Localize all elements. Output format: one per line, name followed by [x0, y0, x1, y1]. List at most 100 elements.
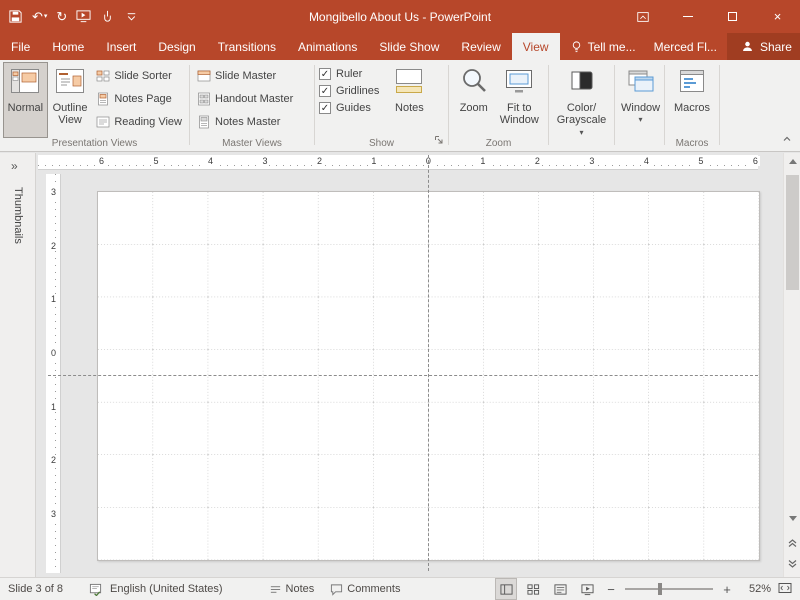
zoom-slider[interactable] [625, 582, 713, 596]
slide-sorter-button[interactable]: Slide Sorter [93, 66, 185, 86]
tab-insert[interactable]: Insert [95, 33, 147, 60]
zoom-in-button[interactable]: + [720, 582, 734, 597]
reading-view-button[interactable]: Reading View [93, 112, 185, 132]
comments-toggle-label: Comments [347, 583, 400, 595]
checkbox-checked-icon: ✓ [319, 85, 331, 97]
tab-file[interactable]: File [0, 33, 41, 60]
start-from-beginning-icon[interactable] [76, 9, 91, 24]
next-slide-icon[interactable] [784, 556, 800, 573]
expand-thumbnails-icon[interactable]: » [11, 159, 18, 173]
notes-master-button[interactable]: Notes Master [194, 112, 296, 132]
fit-slide-to-window-icon[interactable] [778, 581, 792, 598]
window-title: Mongibello About Us - PowerPoint [200, 0, 600, 33]
zoom-button[interactable]: Zoom [453, 63, 495, 137]
account-name[interactable]: Merced Fl... [644, 33, 727, 60]
undo-icon[interactable]: ↶▾ [32, 10, 47, 23]
ribbon-tab-bar: File Home Insert Design Transitions Anim… [0, 33, 800, 60]
outline-view-button[interactable]: Outline View [47, 63, 94, 137]
slide-master-button[interactable]: Slide Master [194, 66, 296, 86]
zoom-button-label: Zoom [460, 102, 488, 115]
customize-qat-icon[interactable] [124, 9, 139, 24]
status-slide-show-button[interactable] [577, 579, 597, 599]
fit-to-window-icon [504, 66, 534, 100]
tab-review[interactable]: Review [450, 33, 511, 60]
outline-view-icon [55, 66, 85, 100]
reading-view-icon [96, 115, 110, 129]
collapse-ribbon-icon[interactable] [781, 133, 793, 148]
tab-home[interactable]: Home [41, 33, 95, 60]
share-person-icon [741, 40, 754, 53]
touch-mouse-mode-icon[interactable] [100, 9, 115, 24]
scroll-down-icon[interactable] [784, 510, 800, 527]
master-views-group-label: Master Views [191, 138, 313, 149]
macros-icon [677, 66, 707, 100]
zoom-out-button[interactable]: − [604, 582, 618, 597]
color-grayscale-dropdown[interactable]: Color/ Grayscale ▾ [553, 63, 610, 137]
zoom-slider-thumb[interactable] [658, 583, 662, 595]
notes-toggle-button[interactable]: Notes [269, 583, 315, 596]
thumbnails-collapsed-pane[interactable]: » Thumbnails [0, 153, 36, 577]
ribbon-display-options-icon[interactable] [620, 0, 665, 33]
vertical-guide[interactable] [428, 155, 429, 571]
group-separator [614, 65, 615, 145]
tab-slide-show[interactable]: Slide Show [368, 33, 450, 60]
tab-animations[interactable]: Animations [287, 33, 368, 60]
vertical-scrollbar[interactable] [783, 153, 800, 577]
color-grayscale-label-line2: Grayscale [557, 114, 607, 127]
title-bar: ↶▾ ↻ Mongibello About Us - PowerPoint × [0, 0, 800, 33]
tell-me-label: Tell me... [588, 40, 636, 54]
horizontal-guide[interactable] [48, 375, 758, 376]
save-icon[interactable] [8, 9, 23, 24]
notes-page-icon [96, 92, 110, 106]
scroll-up-icon[interactable] [784, 153, 800, 170]
checkbox-checked-icon: ✓ [319, 102, 331, 114]
reading-view-label: Reading View [114, 116, 182, 128]
notes-button[interactable]: Notes [389, 63, 429, 137]
guides-checkbox[interactable]: ✓ Guides [319, 102, 379, 114]
ruler-checkbox[interactable]: ✓ Ruler [319, 68, 379, 80]
notes-page-button[interactable]: Notes Page [93, 89, 185, 109]
minimize-button[interactable] [665, 0, 710, 33]
spell-check-icon[interactable] [89, 583, 102, 596]
macros-button-label: Macros [674, 102, 710, 115]
slide-indicator[interactable]: Slide 3 of 8 [0, 583, 73, 595]
scrollbar-thumb[interactable] [786, 175, 799, 290]
show-dialog-launcher-icon[interactable] [434, 134, 444, 148]
language-button[interactable]: English (United States) [110, 583, 223, 595]
ribbon: Normal Outline View Slide Sorter Notes P… [0, 60, 800, 152]
status-reading-view-button[interactable] [550, 579, 570, 599]
share-button[interactable]: Share [727, 33, 800, 60]
handout-master-button[interactable]: Handout Master [194, 89, 296, 109]
zoom-slider-track [625, 588, 713, 590]
previous-slide-icon[interactable] [784, 534, 800, 551]
group-color-grayscale: Color/ Grayscale ▾ [550, 61, 613, 150]
slide-sorter-icon [96, 69, 110, 83]
checkbox-checked-icon: ✓ [319, 68, 331, 80]
group-separator [189, 65, 190, 145]
gridlines-checkbox[interactable]: ✓ Gridlines [319, 85, 379, 97]
tab-design[interactable]: Design [147, 33, 206, 60]
ruler-checkbox-label: Ruler [336, 68, 362, 80]
group-zoom: Zoom Fit to Window Zoom [450, 61, 547, 150]
normal-view-button[interactable]: Normal [4, 63, 47, 137]
redo-icon[interactable]: ↻ [56, 10, 67, 23]
tab-view[interactable]: View [512, 33, 560, 60]
status-normal-view-button[interactable] [496, 579, 516, 599]
macros-button[interactable]: Macros [669, 63, 715, 137]
workspace: » Thumbnails 6543210123456 3210123 [0, 153, 800, 577]
close-button[interactable]: × [755, 0, 800, 33]
window-dropdown[interactable]: Window ▾ [619, 63, 662, 137]
vertical-ruler: 3210123 [46, 174, 61, 573]
status-slide-sorter-button[interactable] [523, 579, 543, 599]
slide-sorter-label: Slide Sorter [114, 70, 171, 82]
presentation-views-small-buttons: Slide Sorter Notes Page Reading View [93, 66, 185, 132]
maximize-button[interactable] [710, 0, 755, 33]
notes-master-label: Notes Master [215, 116, 280, 128]
tab-transitions[interactable]: Transitions [207, 33, 287, 60]
normal-view-icon [10, 66, 40, 100]
zoom-percentage[interactable]: 52% [741, 583, 771, 595]
comments-toggle-button[interactable]: Comments [330, 583, 400, 596]
notes-status-icon [269, 583, 282, 596]
fit-to-window-button[interactable]: Fit to Window [495, 63, 544, 137]
tell-me-box[interactable]: Tell me... [562, 33, 644, 60]
